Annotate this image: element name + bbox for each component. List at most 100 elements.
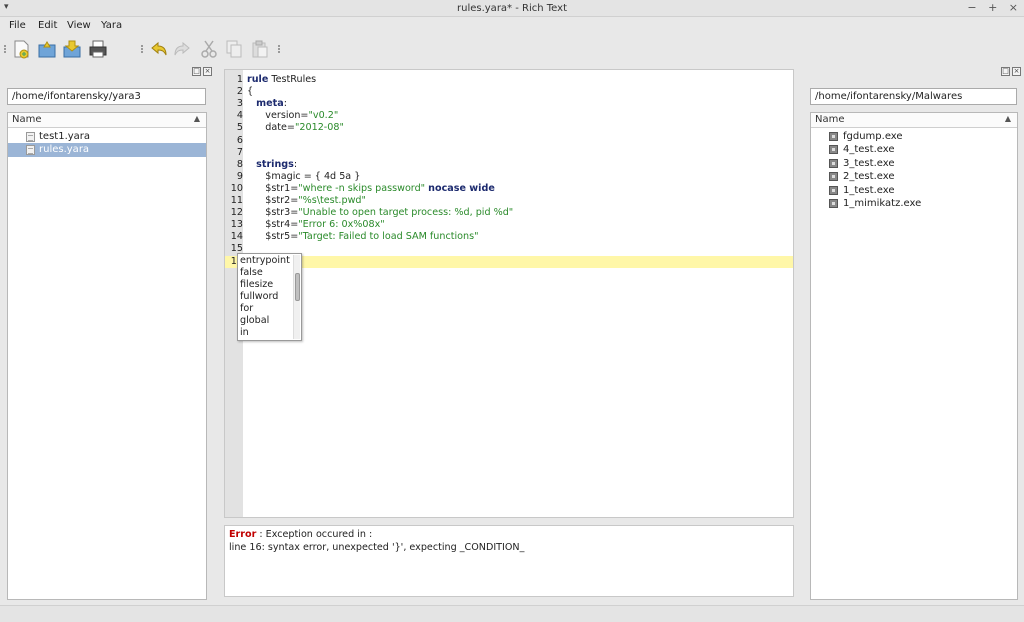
keyword-token: meta (256, 98, 284, 110)
code-line[interactable]: 8 strings: (225, 158, 793, 171)
code-line[interactable]: 9 $magic = { 4d 5a } (225, 170, 793, 183)
status-bar (0, 605, 1024, 622)
code-line[interactable]: 12 $str3="Unable to open target process:… (225, 207, 793, 219)
code-token: version= (247, 110, 309, 122)
open-file-icon[interactable] (37, 39, 57, 59)
line-number: 10 (230, 182, 243, 194)
file-item[interactable]: 1_test.exe (811, 184, 1017, 198)
line-content: version="v0.2" (247, 110, 338, 122)
file-item[interactable]: fgdump.exe (811, 130, 1017, 144)
redo-icon[interactable] (173, 39, 193, 59)
file-name: 1_test.exe (843, 184, 895, 196)
code-line[interactable]: 3 meta: (225, 98, 793, 110)
toolbar-grip[interactable] (278, 45, 280, 53)
minimize-icon[interactable]: − (967, 1, 976, 14)
paste-icon[interactable] (250, 39, 270, 59)
code-line[interactable]: 7 (225, 147, 793, 159)
right-path-field[interactable]: /home/ifontarensky/Malwares (810, 88, 1017, 105)
code-line[interactable]: 4 version="v0.2" (225, 110, 793, 122)
autocomplete-item[interactable]: false (240, 267, 263, 279)
autocomplete-item[interactable]: for (240, 303, 253, 315)
code-line[interactable]: 16 (225, 255, 793, 268)
new-file-icon[interactable] (11, 39, 31, 59)
code-line[interactable]: 1 rule TestRules (225, 74, 793, 86)
scrollbar-thumb[interactable] (295, 273, 300, 301)
menu-bar: File Edit View Yara (0, 17, 1024, 35)
menu-edit[interactable]: Edit (38, 20, 57, 31)
sort-ascending-icon[interactable]: ▲ (194, 114, 200, 123)
error-header: Error : Exception occured in : (229, 529, 372, 541)
keyword-token: rule (247, 74, 269, 85)
line-number: 2 (236, 86, 243, 98)
file-item[interactable]: 3_test.exe (811, 157, 1017, 171)
maximize-icon[interactable]: + (988, 1, 997, 14)
right-dock-controls: □ × (1001, 67, 1023, 79)
code-line[interactable]: 1 (225, 268, 793, 280)
toolbar-grip[interactable] (4, 45, 6, 53)
sort-ascending-icon[interactable]: ▲ (1005, 114, 1011, 123)
file-item-test1[interactable]: test1.yara (8, 130, 206, 144)
float-icon[interactable]: □ (1001, 67, 1010, 76)
keyword-token: nocase wide (428, 182, 495, 194)
line-number: 4 (236, 110, 243, 122)
code-line[interactable]: 10 $str1="where -n skips password" nocas… (225, 182, 793, 195)
cut-icon[interactable] (199, 39, 219, 59)
code-line[interactable]: 2{ (225, 86, 793, 98)
close-icon[interactable]: × (203, 67, 212, 76)
line-content: $str3="Unable to open target process: %d… (247, 207, 513, 219)
file-item[interactable]: 4_test.exe (811, 143, 1017, 157)
autocomplete-item[interactable]: filesize (240, 279, 273, 291)
string-token: "where -n skips password" (298, 182, 426, 194)
toolbar (0, 35, 1024, 65)
line-content: $str2="%s\test.pwd" (247, 195, 366, 207)
line-content: date="2012-08" (247, 122, 344, 134)
right-file-rows: fgdump.exe 4_test.exe 3_test.exe 2_test.exe… (811, 130, 1017, 211)
code-token: { (247, 86, 254, 98)
code-line[interactable]: 15 (225, 243, 793, 255)
autocomplete-scrollbar[interactable] (293, 255, 300, 339)
file-item-rules[interactable]: rules.yara (8, 143, 206, 157)
file-item[interactable]: 2_test.exe (811, 170, 1017, 184)
print-icon[interactable] (88, 39, 108, 59)
copy-icon[interactable] (224, 39, 244, 59)
autocomplete-popup[interactable]: entrypoint false filesize fullword for global… (237, 253, 302, 341)
toolbar-grip[interactable] (141, 45, 143, 53)
line-content: $str1="where -n skips password" nocase w… (247, 183, 495, 195)
file-item[interactable]: 1_mimikatz.exe (811, 197, 1017, 211)
name-column-header[interactable]: Name ▲ (811, 113, 1017, 128)
code-line[interactable]: 11 $str2="%s\test.pwd" (225, 195, 793, 207)
autocomplete-item[interactable]: in (240, 327, 249, 339)
string-token: "%s\test.pwd" (298, 195, 366, 206)
code-line[interactable]: 14 $str5="Target: Failed to load SAM fun… (225, 231, 793, 243)
menu-view[interactable]: View (67, 20, 91, 31)
code-line[interactable]: 5 date="2012-08" (225, 122, 793, 134)
window-title: rules.yara* - Rich Text (457, 3, 567, 14)
title-bar: ▾ rules.yara* - Rich Text − + × (0, 0, 1024, 17)
left-path-field[interactable]: /home/ifontarensky/yara3 (7, 88, 206, 105)
menu-yara[interactable]: Yara (101, 20, 122, 31)
line-number: 5 (236, 122, 243, 134)
autocomplete-item[interactable]: entrypoint (240, 255, 290, 267)
string-token: "Target: Failed to load SAM functions" (298, 231, 479, 243)
autocomplete-item[interactable]: fullword (240, 291, 278, 303)
error-label: Error (229, 529, 257, 540)
save-file-icon[interactable] (62, 39, 82, 59)
undo-icon[interactable] (148, 39, 168, 59)
line-number: 8 (236, 158, 243, 170)
code-line[interactable]: 6 (225, 135, 793, 147)
code-token: TestRules (268, 74, 317, 85)
close-icon[interactable]: × (1012, 67, 1021, 76)
line-content: rule TestRules (247, 74, 316, 86)
close-icon[interactable]: × (1009, 1, 1018, 14)
string-token: "2012-08" (294, 122, 344, 134)
line-number: 9 (236, 170, 243, 182)
line-number: 11 (230, 195, 243, 206)
autocomplete-item[interactable]: global (240, 315, 269, 327)
name-column-header[interactable]: Name ▲ (8, 113, 206, 128)
code-editor[interactable]: 1 rule TestRules 2{3 meta: 4 version="v0.2"… (224, 69, 794, 518)
line-content: meta: (247, 98, 287, 110)
code-line[interactable]: 13 $str4="Error 6: 0x%08x" (225, 219, 793, 231)
menu-file[interactable]: File (9, 20, 26, 31)
float-icon[interactable]: □ (192, 67, 201, 76)
